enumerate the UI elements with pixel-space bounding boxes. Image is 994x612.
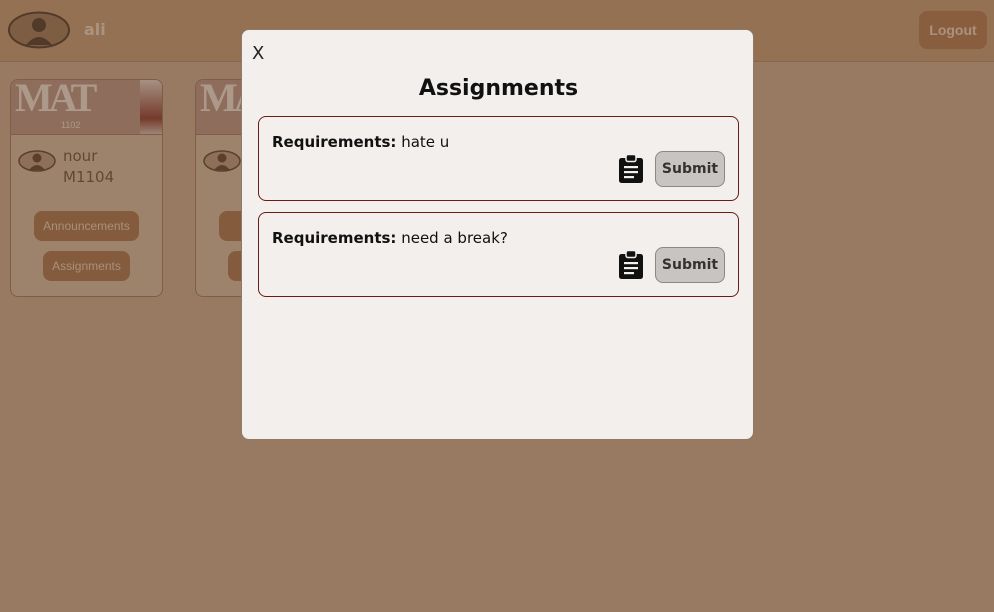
close-button[interactable]: X	[252, 43, 264, 64]
modal-title: Assignments	[418, 76, 579, 101]
requirement-text: need a break?	[401, 229, 508, 247]
clipboard-icon[interactable]	[618, 154, 644, 184]
submit-button[interactable]: Submit	[655, 247, 725, 283]
requirement-text: hate u	[401, 133, 450, 151]
requirements-label: Requirements:	[272, 133, 397, 151]
assignment-item: Requirements: hate u Submit	[258, 116, 739, 201]
assignments-modal: X Assignments Requirements: hate u Submi…	[241, 29, 754, 440]
submit-button[interactable]: Submit	[655, 151, 725, 187]
assignment-item: Requirements: need a break? Submit	[258, 212, 739, 297]
assignment-requirement: Requirements: need a break?	[272, 229, 508, 247]
assignment-requirement: Requirements: hate u	[272, 133, 449, 151]
clipboard-icon[interactable]	[618, 250, 644, 280]
requirements-label: Requirements:	[272, 229, 397, 247]
